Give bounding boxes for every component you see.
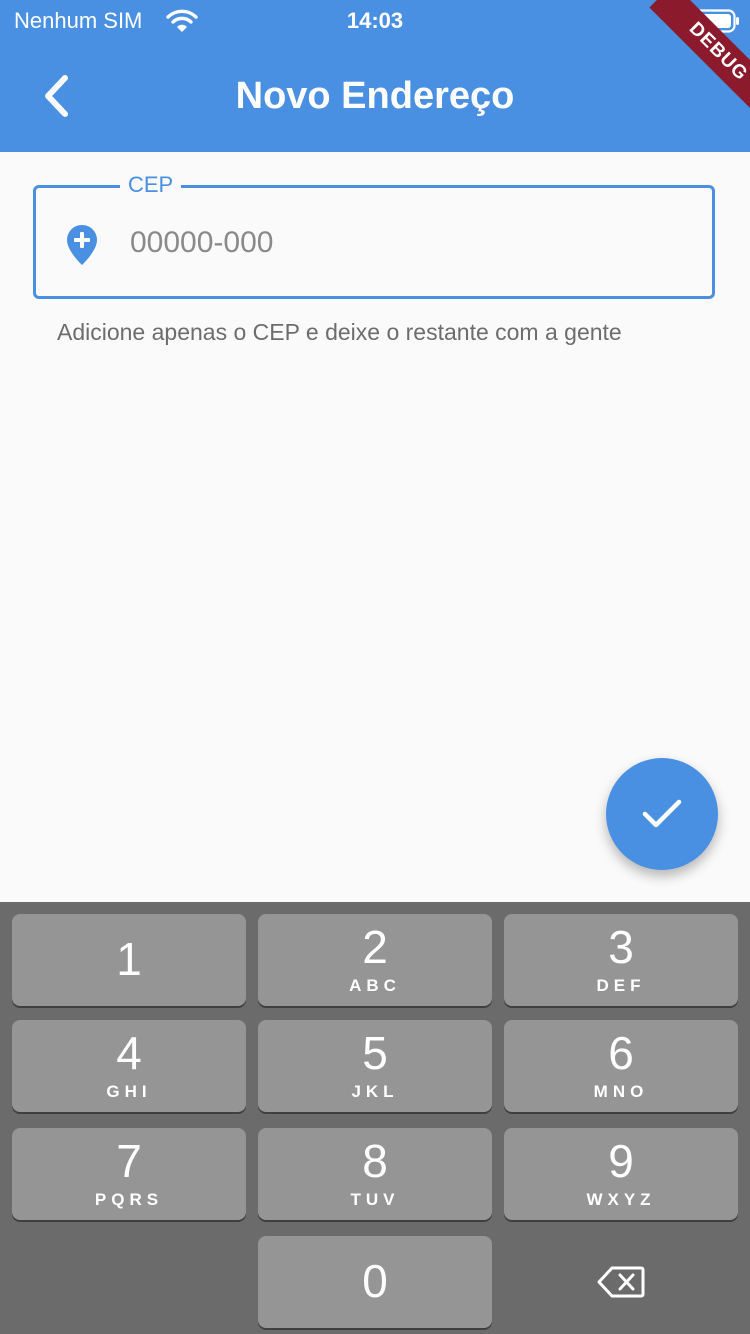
add-location-icon [67,225,97,265]
key-1[interactable]: 1 [12,914,246,1006]
key-3[interactable]: 3 DEF [504,914,738,1006]
key-letters: WXYZ [586,1190,656,1209]
check-icon [642,799,682,828]
key-digit: 0 [362,1255,388,1307]
numeric-keypad: 1 2 ABC 3 DEF 4 GHI 5 JKL 6 MNO 7 PQRS 8… [0,902,750,1334]
key-digit: 6 [608,1027,634,1079]
page-title: Novo Endereço [235,75,515,117]
key-4[interactable]: 4 GHI [12,1020,246,1112]
key-6[interactable]: 6 MNO [504,1020,738,1112]
key-letters: JKL [351,1082,399,1101]
cep-input[interactable] [130,214,690,272]
key-letters: GHI [106,1082,152,1101]
backspace-button[interactable] [504,1236,738,1328]
key-0[interactable]: 0 [258,1236,492,1328]
key-digit: 4 [116,1027,142,1079]
cep-helper-text: Adicione apenas o CEP e deixe o restante… [57,319,622,345]
key-digit: 2 [362,921,388,973]
key-digit: 8 [362,1135,388,1187]
key-letters: MNO [593,1082,649,1101]
status-time: 14:03 [346,8,404,33]
key-digit: 5 [362,1027,388,1079]
cep-label: CEP [120,170,182,200]
key-digit: 1 [116,933,142,985]
key-letters: PQRS [94,1190,164,1209]
confirm-button[interactable] [606,758,718,870]
key-5[interactable]: 5 JKL [258,1020,492,1112]
key-letters: ABC [349,976,401,995]
key-digit: 9 [608,1135,634,1187]
key-letters: TUV [350,1190,400,1209]
backspace-icon [597,1266,645,1298]
key-digit: 7 [116,1135,142,1187]
key-digit: 3 [608,921,634,973]
key-7[interactable]: 7 PQRS [12,1128,246,1220]
chevron-left-icon [45,75,68,117]
key-8[interactable]: 8 TUV [258,1128,492,1220]
app-bar: Nenhum SIM 14:03 Novo Endereço DEBUG [0,0,750,152]
key-letters: DEF [596,976,646,995]
back-button[interactable] [24,64,88,128]
cep-field[interactable]: CEP [33,170,715,299]
key-9[interactable]: 9 WXYZ [504,1128,738,1220]
key-2[interactable]: 2 ABC [258,914,492,1006]
